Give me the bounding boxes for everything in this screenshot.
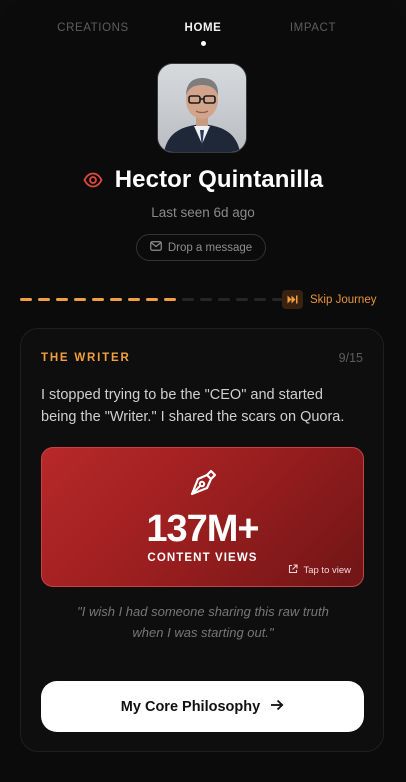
core-philosophy-label: My Core Philosophy <box>120 698 261 715</box>
tab-home[interactable]: HOME <box>148 22 258 46</box>
progress-segment <box>236 298 248 301</box>
tab-home-label: HOME <box>184 22 222 34</box>
core-philosophy-button[interactable]: My Core Philosophy <box>41 681 364 732</box>
progress-segment <box>200 298 212 301</box>
tab-creations[interactable]: CREATIONS <box>38 22 148 34</box>
mail-icon <box>149 241 162 254</box>
tab-impact[interactable]: IMPACT <box>258 22 368 34</box>
progress-segment <box>92 298 104 301</box>
card-kicker: THE WRITER <box>41 352 131 364</box>
skip-journey-label: Skip Journey <box>310 293 377 306</box>
progress-segment <box>182 298 194 301</box>
progress-segment <box>128 298 140 301</box>
progress-segment <box>74 298 86 301</box>
profile-name-row: Hector Quintanilla <box>0 166 406 194</box>
progress-segment <box>38 298 50 301</box>
tap-to-view-label: Tap to view <box>303 565 351 576</box>
progress-segment <box>218 298 230 301</box>
top-tabs: CREATIONS HOME IMPACT <box>0 22 406 46</box>
active-tab-indicator <box>200 41 206 46</box>
progress-segment <box>110 298 122 301</box>
last-seen-status: Last seen 6d ago <box>151 205 255 220</box>
tap-to-view-hint: Tap to view <box>288 564 351 577</box>
eye-icon <box>83 170 103 190</box>
profile-name: Hector Quintanilla <box>114 166 324 193</box>
journey-progress <box>20 298 284 301</box>
stat-value: 137M+ <box>146 508 259 550</box>
progress-segment <box>164 298 176 301</box>
card-quote: "I wish I had someone sharing this raw t… <box>77 604 329 640</box>
avatar-photo <box>158 64 246 152</box>
stat-label: CONTENT VIEWS <box>147 552 258 564</box>
fast-forward-icon <box>282 290 303 309</box>
app-screen: CREATIONS HOME IMPACT Hector Quintanilla… <box>0 0 406 782</box>
content-views-stat[interactable]: 137M+ CONTENT VIEWS Tap to view <box>41 447 364 587</box>
avatar <box>157 63 247 153</box>
card-body-text: I stopped trying to be the "CEO" and sta… <box>41 387 345 425</box>
drop-message-label: Drop a message <box>167 241 253 254</box>
progress-segment <box>146 298 158 301</box>
progress-segment <box>56 298 68 301</box>
drop-message-button[interactable]: Drop a message <box>136 234 266 261</box>
pen-nib-icon <box>187 465 221 499</box>
progress-segment <box>20 298 32 301</box>
external-link-icon <box>288 564 299 577</box>
card-step-count: 9/15 <box>338 351 363 365</box>
journey-card: THE WRITER 9/15 I stopped trying to be t… <box>20 328 384 752</box>
progress-segment <box>254 298 266 301</box>
skip-journey-button[interactable]: Skip Journey <box>282 290 376 309</box>
arrow-right-icon <box>270 699 284 715</box>
